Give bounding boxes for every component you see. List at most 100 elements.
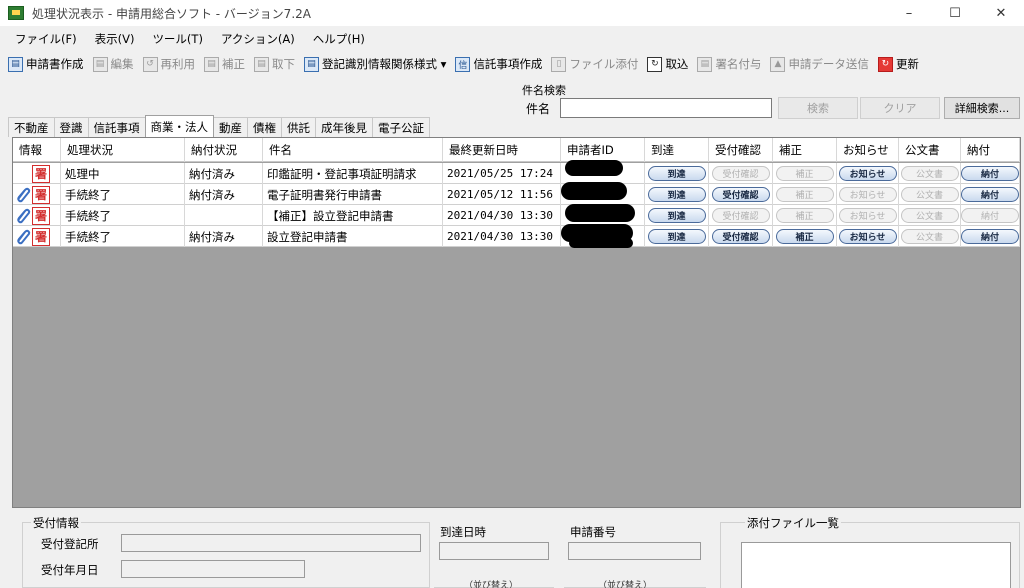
maximize-button[interactable]: ☐ [932,0,978,26]
row-last-updated: 2021/04/30 13:30 [443,205,561,226]
payment-button[interactable]: 納付 [961,187,1019,202]
row-amendment-cell: 補正 [773,184,837,205]
column-header-payment[interactable]: 納付 [961,138,1020,162]
tab-8[interactable]: 成年後見 [315,117,373,137]
column-header-receipt-confirmation[interactable]: 受付確認 [709,138,773,162]
import-icon: ↻ [647,56,663,72]
subject-search-label: 件名 [526,102,551,116]
official-document-button[interactable]: 公文書 [900,166,959,181]
toolbar-button-label: 編集 [110,57,134,71]
toolbar-button-12[interactable]: ↻ 更新 [877,56,919,72]
column-header-info[interactable]: 情報 [13,138,61,162]
table-row[interactable]: 署手続終了 納付済み 設立登記申請書 2021/04/30 13:30 到達 受付確認 補正… [13,226,1020,247]
table-row[interactable]: 署処理中 納付済み 印鑑証明・登記事項証明請求 2021/05/25 17:24 到達受… [13,163,1020,184]
toolbar-button-10[interactable]: ▤ 署名付与 [697,56,761,72]
search-button[interactable]: 検索 [778,97,858,119]
toolbar-button-7[interactable]: 信信託事項作成 [455,56,542,72]
column-header-subject[interactable]: 件名 [263,138,443,162]
arrival-button[interactable]: 到達 [647,166,706,181]
row-official-document-cell: 公文書 [899,184,961,205]
minimize-button[interactable]: – [886,0,932,26]
toolbar-button-8[interactable]: ▯ ファイル添付 [551,56,638,72]
close-button[interactable]: ✕ [978,0,1024,26]
table-row[interactable]: 署手続終了 【補正】設立登記申請書 2021/04/30 13:30 到達 受付確認 補正… [13,205,1020,226]
arrival-button[interactable]: 到達 [647,229,706,244]
amendment-button[interactable]: 補正 [775,229,834,244]
row-last-updated: 2021/04/30 13:30 [443,226,561,247]
arrival-group: 到達日時 （並び替え） [434,522,554,588]
column-header-last-updated[interactable]: 最終更新日時 [443,138,561,162]
tab-7[interactable]: 供託 [281,117,316,137]
menu-file[interactable]: ファイル(F) [6,31,86,47]
toolbar-button-3[interactable]: ↺ 再利用 [142,56,195,72]
official-document-button[interactable]: 公文書 [900,187,959,202]
column-header-status[interactable]: 処理状況 [61,138,185,162]
payment-button[interactable]: 納付 [961,229,1019,244]
notice-button[interactable]: お知らせ [838,187,897,202]
amendment-button[interactable]: 補正 [775,187,834,202]
menu-tools[interactable]: ツール(T) [143,31,212,47]
column-header-arrival[interactable]: 到達 [645,138,709,162]
receipt-confirmation-button[interactable]: 受付確認 [711,166,770,181]
advanced-search-button[interactable]: 詳細検索... [944,97,1020,119]
column-header-amendment[interactable]: 補正 [773,138,837,162]
row-notice-cell: お知らせ [837,205,899,226]
arrival-button[interactable]: 到達 [647,187,706,202]
toolbar-button-label: ファイル添付 [569,57,639,71]
table-row[interactable]: 署手続終了 納付済み 電子証明書発行申請書 2021/05/12 11:56 到達 受付確… [13,184,1020,205]
arrival-legend: 到達日時 [438,524,488,540]
tab-9[interactable]: 電子公証 [372,117,430,137]
receipt-confirmation-button[interactable]: 受付確認 [711,187,770,202]
amendment-button[interactable]: 補正 [775,208,834,223]
toolbar-button-label: 補正 [222,57,245,71]
payment-button[interactable]: 納付 [961,166,1019,181]
row-subject: 【補正】設立登記申請書 [263,205,443,226]
clear-button[interactable]: クリア [860,97,940,119]
signed-stamp-icon: 署 [32,206,50,225]
receipt-confirmation-button[interactable]: 受付確認 [711,229,770,244]
column-header-official-document[interactable]: 公文書 [899,138,961,162]
arrival-button[interactable]: 到達 [647,208,706,223]
toolbar-button-label: 申請データ送信 [788,57,869,71]
toolbar-button-9[interactable]: ↻ 取込 [647,56,688,72]
tab-3[interactable]: 信託事項 [87,117,146,137]
column-header-applicant-id[interactable]: 申請者ID [561,138,645,162]
row-status: 処理中 [61,163,185,184]
row-subject: 電子証明書発行申請書 [263,184,443,205]
toolbar-button-4[interactable]: ▤ 補正 [204,56,245,72]
edit-icon: ▤ [92,56,108,72]
tab-4[interactable]: 商業・法人 [144,115,214,137]
official-document-button[interactable]: 公文書 [900,208,959,223]
attachments-list[interactable] [741,542,1011,588]
toolbar-button-5[interactable]: ▤ 取下 [254,56,295,72]
official-document-button[interactable]: 公文書 [900,229,959,244]
row-official-document-cell: 公文書 [899,163,961,184]
notice-button[interactable]: お知らせ [838,166,897,181]
toolbar-button-1[interactable]: ▤ 申請書作成 [8,56,84,72]
window-title: 処理状況表示 - 申請用総合ソフト - バージョン7.2A [32,6,311,21]
menu-action[interactable]: アクション(A) [212,31,304,47]
toolbar-button-6[interactable]: ▤ 登記識別情報関係様式 ▾ [304,56,446,72]
paperclip-icon [15,166,31,182]
payment-button[interactable]: 納付 [961,208,1019,223]
amendment-button[interactable]: 補正 [775,166,834,181]
menu-help[interactable]: ヘルプ(H) [304,31,374,47]
row-arrival-cell: 到達 [645,163,709,184]
column-header-notice[interactable]: お知らせ [837,138,899,162]
tab-2[interactable]: 登識 [53,117,89,137]
receipt-confirmation-button[interactable]: 受付確認 [711,208,770,223]
notice-button[interactable]: お知らせ [838,208,897,223]
notice-button[interactable]: お知らせ [838,229,897,244]
row-notice-cell: お知らせ [837,163,899,184]
column-header-payment-status[interactable]: 納付状況 [185,138,263,162]
tab-5[interactable]: 動産 [213,117,248,137]
toolbar-button-11[interactable]: ▲ 申請データ送信 [770,56,869,72]
toolbar-button-2[interactable]: ▤ 編集 [92,56,134,72]
menu-view[interactable]: 表示(V) [86,31,144,47]
row-subject: 設立登記申請書 [263,226,443,247]
tab-1[interactable]: 不動産 [8,117,55,137]
row-amendment-cell: 補正 [773,163,837,184]
grid-header: 情報 処理状況 納付状況 件名 最終更新日時 申請者ID 到達 受付確認 補正 お知らせ 公文書 納付 [13,138,1020,162]
tab-6[interactable]: 債権 [247,117,282,137]
subject-search-input[interactable] [560,98,772,118]
